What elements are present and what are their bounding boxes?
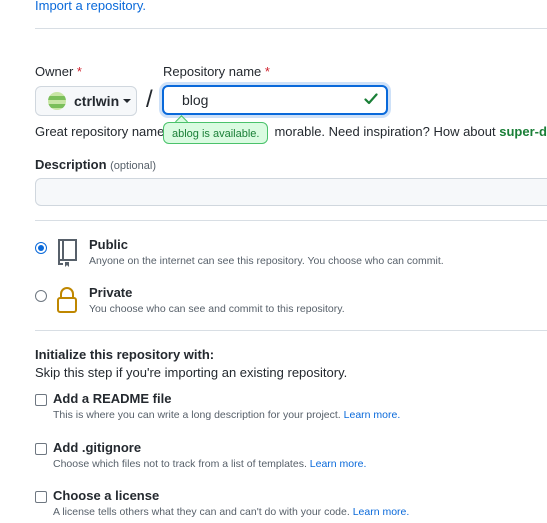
check-icon xyxy=(364,93,378,105)
public-description: Anyone on the internet can see this repo… xyxy=(89,255,444,267)
owner-label-text: Owner xyxy=(35,64,74,79)
repo-name-hint: Great repository names morable. Need ins… xyxy=(35,124,547,139)
owner-required-mark: * xyxy=(76,64,82,79)
hint-prefix: Great repository names xyxy=(35,124,171,139)
visibility-option-private[interactable]: Private You choose who can see and commi… xyxy=(35,285,547,321)
repo-name-label-text: Repository name xyxy=(163,64,262,79)
import-repository-link[interactable]: Import a repository. xyxy=(35,0,146,13)
divider xyxy=(35,330,547,331)
name-suggestion[interactable]: super-dupe xyxy=(499,124,547,139)
gitignore-description: Choose which files not to track from a l… xyxy=(53,458,366,470)
repo-icon xyxy=(58,239,77,267)
description-label: Description (optional) xyxy=(35,157,156,172)
license-description-text: A license tells others what they can and… xyxy=(53,506,350,518)
description-label-text: Description xyxy=(35,157,107,172)
public-radio[interactable] xyxy=(35,242,47,254)
license-learn-more-link[interactable]: Learn more. xyxy=(353,506,410,518)
init-heading: Initialize this repository with: xyxy=(35,347,215,362)
caret-down-icon xyxy=(123,99,132,103)
readme-title: Add a README file xyxy=(53,391,172,406)
repo-name-input[interactable] xyxy=(180,91,364,109)
gitignore-option[interactable]: Add .gitignore Choose which files not to… xyxy=(35,440,547,476)
repo-name-required-mark: * xyxy=(264,64,270,79)
divider xyxy=(35,220,547,221)
lock-icon xyxy=(57,287,77,313)
private-title: Private xyxy=(89,285,133,300)
gitignore-title: Add .gitignore xyxy=(53,440,142,455)
availability-tooltip: ablog is available. xyxy=(163,122,269,144)
license-title: Choose a license xyxy=(53,488,160,503)
readme-learn-more-link[interactable]: Learn more. xyxy=(344,409,401,421)
private-radio[interactable] xyxy=(35,290,47,302)
public-title: Public xyxy=(89,237,129,252)
visibility-option-public[interactable]: Public Anyone on the internet can see th… xyxy=(35,237,547,273)
owner-repo-separator: / xyxy=(146,86,153,113)
owner-name: ctrlwin xyxy=(74,93,120,109)
readme-description: This is where you can write a long descr… xyxy=(53,409,400,421)
optional-hint: (optional) xyxy=(110,160,156,172)
readme-option[interactable]: Add a README file This is where you can … xyxy=(35,391,547,427)
readme-checkbox[interactable] xyxy=(35,394,47,406)
repo-name-field[interactable] xyxy=(162,85,388,115)
repo-name-label: Repository name * xyxy=(163,64,270,79)
owner-label: Owner * xyxy=(35,64,82,79)
readme-description-text: This is where you can write a long descr… xyxy=(53,409,341,421)
license-description: A license tells others what they can and… xyxy=(53,506,409,518)
description-input[interactable] xyxy=(35,178,547,206)
gitignore-description-text: Choose which files not to track from a l… xyxy=(53,458,307,470)
license-option[interactable]: Choose a license A license tells others … xyxy=(35,488,547,522)
divider xyxy=(35,28,547,29)
gitignore-learn-more-link[interactable]: Learn more. xyxy=(310,458,367,470)
hint-middle: morable. Need inspiration? How about xyxy=(274,124,496,139)
init-subheading: Skip this step if you're importing an ex… xyxy=(35,365,348,380)
license-checkbox[interactable] xyxy=(35,491,47,503)
private-description: You choose who can see and commit to thi… xyxy=(89,303,345,315)
gitignore-checkbox[interactable] xyxy=(35,443,47,455)
owner-select-button[interactable]: ctrlwin xyxy=(35,86,137,116)
avatar xyxy=(48,92,66,110)
